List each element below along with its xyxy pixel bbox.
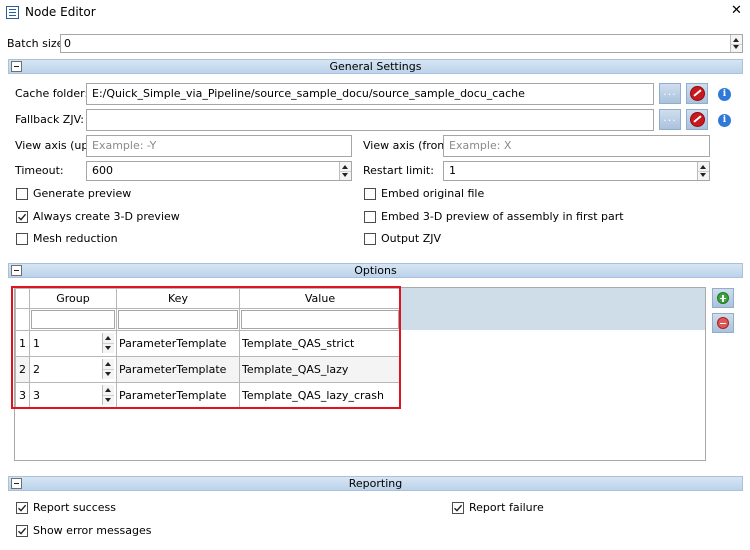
highlight-frame	[11, 286, 401, 409]
window-title: Node Editor	[25, 5, 96, 19]
checkmark-icon	[18, 527, 27, 535]
embed-3d-assembly-label: Embed 3-D preview of assembly in first p…	[381, 210, 624, 223]
report-failure-checkbox[interactable]	[452, 502, 464, 514]
checkmark-icon	[18, 213, 27, 221]
info-icon[interactable]: i	[718, 88, 731, 101]
embed-original-checkbox[interactable]	[364, 188, 376, 200]
reporting-header[interactable]: Reporting	[8, 476, 743, 491]
view-axis-up-label: View axis (up):	[15, 139, 97, 152]
close-icon[interactable]: ✕	[731, 4, 742, 18]
title-bar: Node Editor ✕	[0, 0, 750, 26]
report-failure-label: Report failure	[469, 501, 544, 514]
mesh-reduction-checkbox[interactable]	[16, 233, 28, 245]
batch-size-stepper[interactable]: 0	[60, 34, 743, 53]
restart-limit-label: Restart limit:	[363, 164, 434, 177]
clear-icon	[690, 86, 705, 101]
cache-folder-value: E:/Quick_Simple_via_Pipeline/source_samp…	[92, 87, 525, 100]
add-row-button[interactable]	[712, 288, 734, 308]
cache-folder-label: Cache folder:	[15, 87, 89, 100]
view-axis-up-placeholder: Example: -Y	[92, 139, 157, 152]
view-axis-front-input[interactable]: Example: X	[443, 135, 710, 157]
embed-original-label: Embed original file	[381, 187, 485, 200]
fallback-zjv-input[interactable]	[86, 109, 654, 131]
report-success-label: Report success	[33, 501, 116, 514]
embed-3d-assembly-checkbox[interactable]	[364, 211, 376, 223]
remove-icon	[717, 317, 729, 329]
report-success-checkbox[interactable]	[16, 502, 28, 514]
restart-limit-value: 1	[449, 164, 456, 177]
timeout-value: 600	[92, 164, 113, 177]
reporting-title: Reporting	[348, 477, 403, 490]
show-errors-checkbox[interactable]	[16, 525, 28, 537]
timeout-stepper[interactable]: 600	[86, 161, 352, 181]
always-create-3d-label: Always create 3-D preview	[33, 210, 180, 223]
batch-size-value: 0	[64, 37, 71, 50]
output-zjv-checkbox[interactable]	[364, 233, 376, 245]
fallback-zjv-browse-button[interactable]: ...	[659, 109, 681, 130]
output-zjv-label: Output ZJV	[381, 232, 442, 245]
general-settings-header[interactable]: General Settings	[8, 59, 743, 74]
view-axis-front-placeholder: Example: X	[449, 139, 512, 152]
fallback-zjv-clear-button[interactable]	[686, 109, 708, 130]
info-icon[interactable]: i	[718, 114, 731, 127]
clear-icon	[690, 112, 705, 127]
always-create-3d-checkbox[interactable]	[16, 211, 28, 223]
restart-limit-spinner[interactable]	[697, 162, 709, 180]
checkmark-icon	[18, 504, 27, 512]
timeout-spinner[interactable]	[339, 162, 351, 180]
generate-preview-checkbox[interactable]	[16, 188, 28, 200]
generate-preview-label: Generate preview	[33, 187, 132, 200]
options-title: Options	[354, 264, 397, 277]
batch-size-label: Batch size:	[7, 37, 68, 50]
fallback-zjv-label: Fallback ZJV:	[15, 113, 84, 126]
remove-row-button[interactable]	[712, 313, 734, 333]
cache-folder-input[interactable]: E:/Quick_Simple_via_Pipeline/source_samp…	[86, 83, 654, 105]
show-errors-label: Show error messages	[33, 524, 152, 537]
cache-folder-clear-button[interactable]	[686, 83, 708, 104]
checkmark-icon	[454, 504, 463, 512]
add-icon	[717, 292, 729, 304]
window-icon	[6, 6, 19, 19]
cache-folder-browse-button[interactable]: ...	[659, 83, 681, 104]
timeout-label: Timeout:	[15, 164, 64, 177]
mesh-reduction-label: Mesh reduction	[33, 232, 118, 245]
options-header[interactable]: Options	[8, 263, 743, 278]
batch-size-spinner[interactable]	[730, 35, 742, 52]
general-settings-title: General Settings	[329, 60, 422, 73]
view-axis-up-input[interactable]: Example: -Y	[86, 135, 352, 157]
restart-limit-stepper[interactable]: 1	[443, 161, 710, 181]
